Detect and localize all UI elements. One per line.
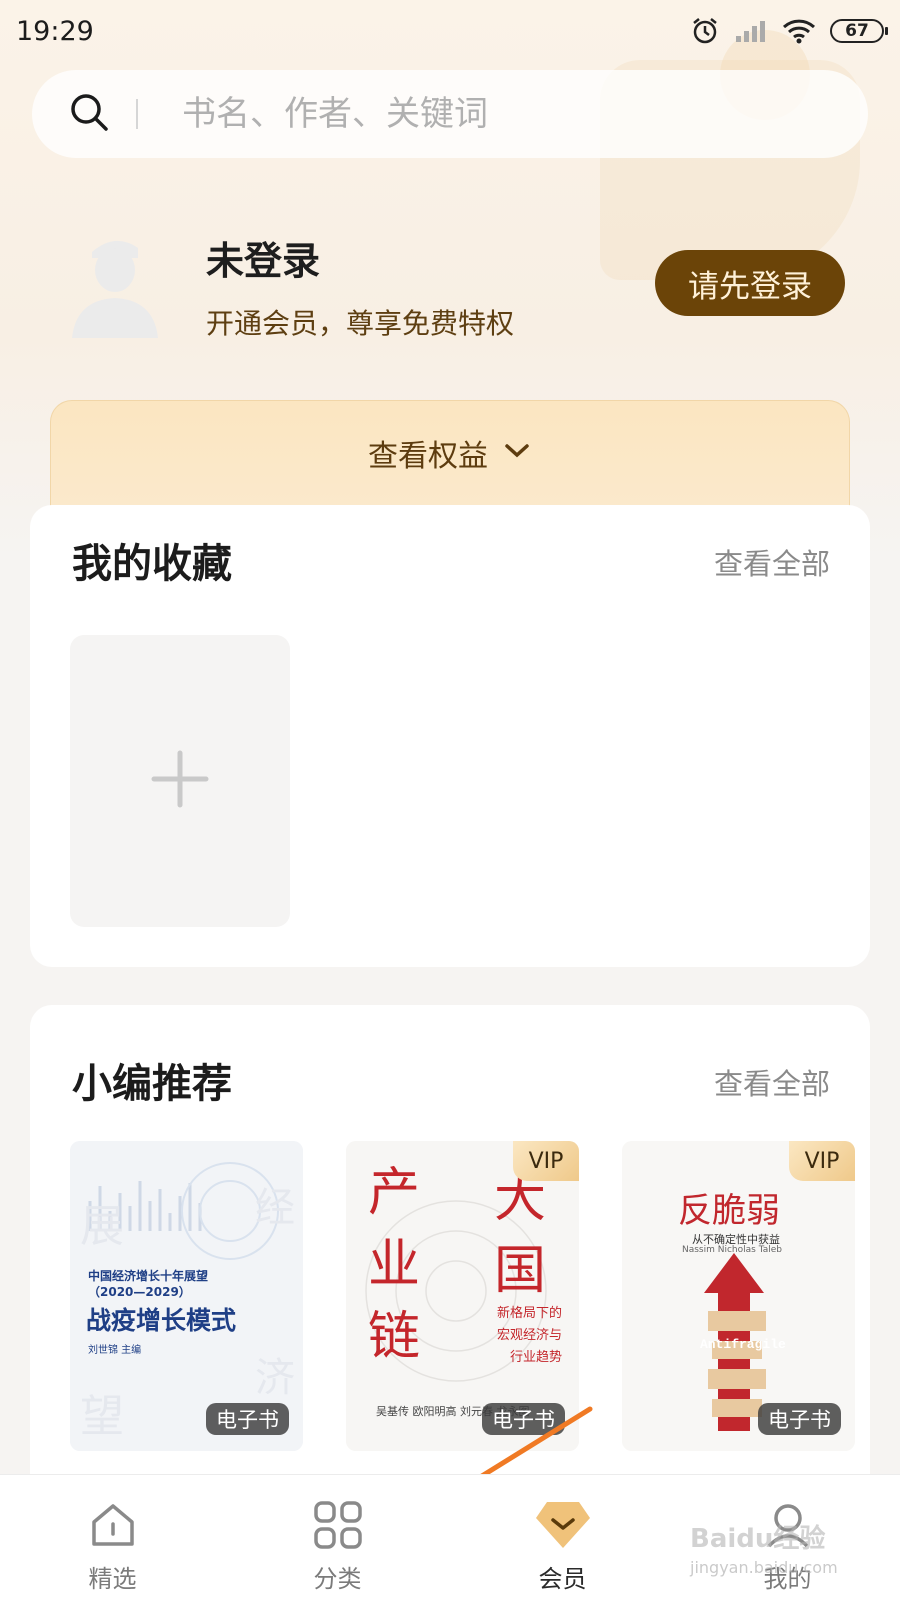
status-time: 19:29 [16,15,94,47]
nav-item-home[interactable]: 精选 [0,1475,225,1600]
avatar[interactable] [70,228,160,338]
alarm-icon [690,16,720,46]
nav-label: 会员 [538,1565,587,1593]
nav-item-category[interactable]: 分类 [225,1475,450,1600]
signal-icon [734,18,768,44]
profile-subtitle: 开通会员，尊享免费特权 [206,307,515,340]
book-cover-line2: （2020—2029） [88,1285,191,1299]
profile-name: 未登录 [206,239,321,283]
search-input[interactable] [182,94,782,134]
search-bar[interactable] [32,70,868,158]
book-cover-title-right: 大国 [494,1169,547,1301]
benefits-label: 查看权益 [368,439,488,474]
book-cover-line1: 中国经济增长十年展望 [88,1269,209,1283]
view-benefits-button[interactable]: 查看权益 [50,400,850,510]
ebook-tag: 电子书 [206,1403,289,1435]
home-icon [88,1497,138,1553]
vip-tag: VIP [513,1141,579,1181]
recommend-title: 小编推荐 [72,1061,232,1107]
grid-icon [312,1497,364,1553]
svg-text:望: 望 [80,1391,124,1442]
search-divider [136,99,138,129]
chevron-down-icon [502,431,532,510]
book-cover-author: Nassim Nicholas Taleb [682,1245,782,1255]
battery-indicator: 67 [830,19,888,43]
favorites-view-all[interactable]: 查看全部 [714,541,830,583]
book-cover-title: 战疫增长模式 [86,1306,237,1335]
search-icon[interactable] [68,91,110,137]
login-button[interactable]: 请先登录 [655,250,845,316]
vip-diamond-icon [535,1497,591,1553]
book-cover-subtitle: 新格局下的宏观经济与行业趋势 [496,1306,562,1365]
book-cover-english-title: Antifragile [700,1337,786,1352]
favorites-card: 我的收藏 查看全部 [30,505,870,967]
book-cover-author: 刘世锦 主编 [88,1345,142,1356]
vip-tag: VIP [789,1141,855,1181]
book-card[interactable]: 展 经 望 济 中国经济增长十年展望 （2020—2029） 战疫增长模式 刘世… [70,1141,303,1451]
svg-text:展: 展 [80,1201,124,1252]
ebook-tag: 电子书 [758,1403,841,1435]
add-favorite-button[interactable] [70,635,290,927]
favorites-title: 我的收藏 [72,541,232,587]
book-card[interactable]: 反脆弱 从不确定性中获益 Antifragile Nassim Nicholas… [622,1141,855,1451]
svg-text:经: 经 [255,1185,295,1231]
plus-icon [150,749,210,813]
nav-label: 精选 [88,1565,137,1593]
wifi-icon [782,18,816,44]
watermark-sub: jingyan.baidu.com [690,1558,838,1577]
recommend-view-all[interactable]: 查看全部 [714,1061,830,1103]
watermark: Baidu经验 [690,1524,826,1554]
nav-label: 分类 [313,1565,362,1593]
svg-text:济: 济 [255,1355,295,1401]
book-cover-title: 反脆弱 [678,1191,780,1231]
nav-item-vip[interactable]: 会员 [450,1475,675,1600]
book-cover-title-left: 产业链 [368,1163,421,1367]
status-icons: 67 [690,16,888,46]
status-bar: 19:29 67 [0,0,900,62]
